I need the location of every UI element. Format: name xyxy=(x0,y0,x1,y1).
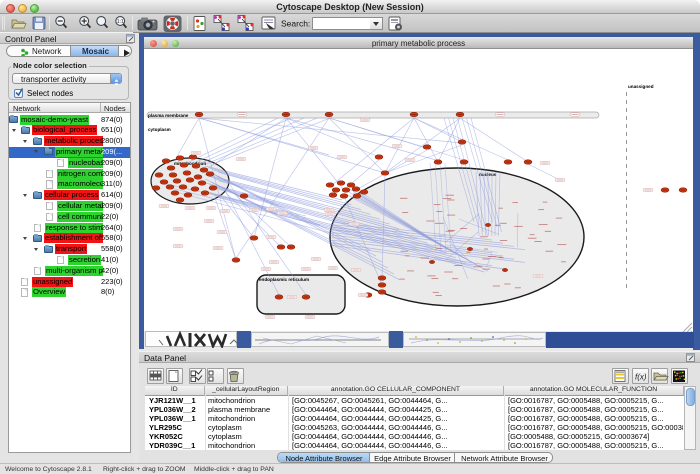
svg-text:f(x): f(x) xyxy=(635,373,647,382)
svg-text:plasma membrane: plasma membrane xyxy=(148,113,189,118)
svg-text:1:1: 1:1 xyxy=(117,19,124,25)
svg-text:unassigned: unassigned xyxy=(628,84,654,89)
svg-text:endoplasmic reticulum: endoplasmic reticulum xyxy=(259,277,309,282)
svg-text:cytoplasm: cytoplasm xyxy=(148,127,171,132)
svg-text:Search:: Search: xyxy=(281,19,310,29)
